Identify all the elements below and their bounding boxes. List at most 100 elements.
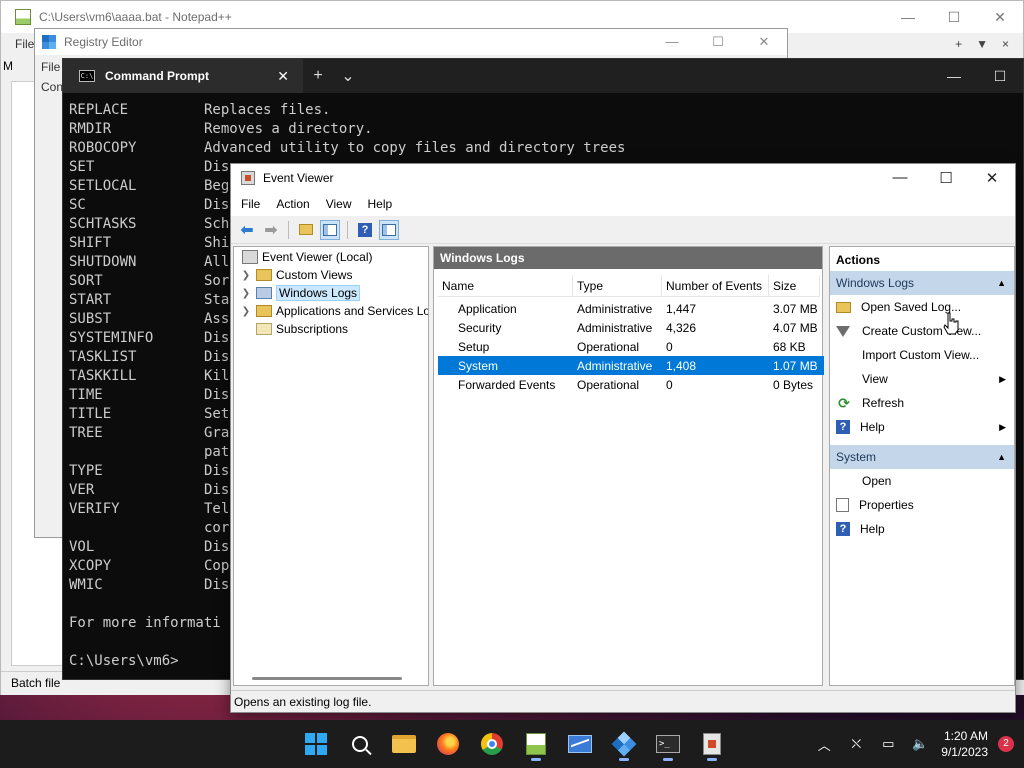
registry-editor-icon	[611, 731, 637, 757]
chevron-right-icon[interactable]: ❯	[240, 270, 252, 281]
console-description: Dis	[204, 349, 230, 365]
menu-file[interactable]: File	[15, 37, 34, 51]
close-button[interactable]: ✕	[741, 34, 787, 50]
column-header-size[interactable]: Size	[769, 275, 820, 296]
action-system-help[interactable]: ? Help	[830, 517, 1014, 541]
collapse-icon[interactable]: ▲	[997, 278, 1006, 288]
new-tab-button[interactable]: +	[955, 37, 962, 51]
close-button[interactable]: ✕	[977, 9, 1023, 26]
console-description: pat	[204, 444, 230, 460]
notepadpp-icon	[526, 733, 546, 755]
taskbar-registry-editor[interactable]	[606, 726, 642, 762]
maximize-button[interactable]: ☐	[923, 169, 969, 187]
action-help[interactable]: ? Help ▶	[830, 415, 1014, 439]
action-view[interactable]: View ▶	[830, 367, 1014, 391]
maximize-button[interactable]: ☐	[695, 34, 741, 50]
search-button[interactable]	[342, 726, 378, 762]
maximize-button[interactable]: ☐	[931, 9, 977, 26]
menu-partial[interactable]: M	[3, 59, 13, 73]
notification-badge[interactable]: 2	[998, 736, 1014, 752]
display-icon[interactable]: ▭	[877, 736, 899, 752]
console-command	[69, 443, 204, 462]
submenu-arrow-icon: ▶	[999, 421, 1006, 432]
table-row[interactable]: Application Administrative 1,447 3.07 MB	[438, 299, 824, 318]
taskbar-file-explorer[interactable]	[386, 726, 422, 762]
action-properties[interactable]: Properties	[830, 493, 1014, 517]
chevron-right-icon[interactable]: ❯	[240, 288, 252, 299]
menu-help[interactable]: Help	[368, 197, 393, 211]
taskbar-event-viewer[interactable]	[694, 726, 730, 762]
tree-item-custom-views[interactable]: ❯ Custom Views	[240, 266, 353, 284]
minimize-button[interactable]: —	[931, 68, 977, 85]
table-row[interactable]: System Administrative 1,408 1.07 MB	[438, 356, 824, 375]
action-open[interactable]: Open	[830, 469, 1014, 493]
forward-button[interactable]: ➡	[261, 220, 281, 240]
up-folder-button[interactable]	[296, 220, 316, 240]
chevron-right-icon[interactable]: ❯	[240, 306, 252, 317]
action-refresh[interactable]: ⟳ Refresh	[830, 391, 1014, 415]
taskbar-notepadpp[interactable]	[518, 726, 554, 762]
taskbar-firefox[interactable]	[430, 726, 466, 762]
show-hidden-icons-chevron-icon[interactable]: ︿	[813, 735, 835, 754]
horizontal-scrollbar[interactable]	[252, 677, 402, 680]
help-button[interactable]: ?	[355, 220, 375, 240]
event-viewer-window[interactable]: Event Viewer — ☐ ✕ File Action View Help…	[230, 163, 1016, 713]
volume-icon[interactable]: 🔈	[909, 736, 931, 752]
column-header-name[interactable]: Name	[438, 275, 573, 296]
table-row[interactable]: Security Administrative 4,326 4.07 MB	[438, 318, 824, 337]
menu-action[interactable]: Action	[276, 197, 309, 211]
console-description: Sor	[204, 273, 230, 289]
taskbar-chrome[interactable]	[474, 726, 510, 762]
show-tree-button[interactable]	[320, 219, 340, 240]
collapse-icon[interactable]: ▲	[997, 452, 1006, 462]
tree-item-subscriptions[interactable]: Subscriptions	[252, 320, 348, 338]
actions-section-system[interactable]: System ▲	[830, 445, 1014, 469]
clock[interactable]: 1:20 AM 9/1/2023	[941, 728, 988, 760]
console-command: SC	[69, 197, 86, 213]
action-create-custom-view[interactable]: Create Custom View...	[830, 319, 1014, 343]
tab-list-button[interactable]: ▼	[976, 37, 988, 51]
start-button[interactable]	[298, 726, 334, 762]
network-disconnected-icon[interactable]: ⛌	[845, 736, 867, 752]
windows-logo-icon	[305, 733, 327, 755]
console-description: Kil	[204, 368, 230, 384]
minimize-button[interactable]: —	[885, 9, 931, 26]
taskbar-performance-monitor[interactable]	[562, 726, 598, 762]
back-button[interactable]: ⬅	[237, 220, 257, 240]
console-command: SYSTEMINFO	[69, 330, 154, 346]
minimize-button[interactable]: —	[877, 169, 923, 187]
action-import-custom-view[interactable]: Import Custom View...	[830, 343, 1014, 367]
console-command: SCHTASKS	[69, 216, 137, 232]
tab-close-icon[interactable]: ✕	[277, 68, 289, 85]
close-button[interactable]: ✕	[969, 169, 1015, 187]
actions-section-windows-logs[interactable]: Windows Logs ▲	[830, 271, 1014, 295]
tree-item-root[interactable]: Event Viewer (Local)	[238, 248, 373, 266]
console-description: Dis	[204, 387, 230, 403]
console-command: REPLACE	[69, 102, 129, 118]
event-viewer-titlebar[interactable]: Event Viewer — ☐ ✕	[231, 164, 1015, 192]
tab-dropdown-icon[interactable]: ⌄	[333, 66, 363, 86]
column-header-type[interactable]: Type	[573, 275, 662, 296]
clock-time: 1:20 AM	[943, 729, 988, 743]
properties-icon	[836, 498, 849, 512]
cell-name: Setup	[458, 339, 490, 354]
tree-item-apps-services[interactable]: ❯ Applications and Services Lo	[240, 302, 428, 320]
console-command	[69, 633, 204, 652]
cell-size: 68 KB	[773, 339, 806, 354]
column-header-events[interactable]: Number of Events	[662, 275, 769, 296]
new-tab-button[interactable]: +	[303, 67, 333, 85]
close-tab-button[interactable]: ×	[1002, 37, 1009, 51]
tree-item-windows-logs[interactable]: ❯ Windows Logs	[240, 284, 361, 302]
console-tree[interactable]: Event Viewer (Local) ❯ Custom Views ❯ Wi…	[233, 246, 429, 686]
table-row[interactable]: Forwarded Events Operational 0 0 Bytes	[438, 375, 824, 394]
maximize-button[interactable]: ☐	[977, 68, 1023, 85]
taskbar-terminal[interactable]: >_	[650, 726, 686, 762]
minimize-button[interactable]: —	[649, 34, 695, 50]
regedit-titlebar[interactable]: Registry Editor — ☐ ✕	[35, 29, 787, 55]
menu-file[interactable]: File	[241, 197, 260, 211]
table-row[interactable]: Setup Operational 0 68 KB	[438, 337, 824, 356]
tab-command-prompt[interactable]: C:\ Command Prompt ✕	[63, 59, 303, 93]
show-action-pane-button[interactable]	[379, 219, 399, 240]
action-open-saved-log[interactable]: Open Saved Log...	[830, 295, 1014, 319]
menu-view[interactable]: View	[326, 197, 352, 211]
